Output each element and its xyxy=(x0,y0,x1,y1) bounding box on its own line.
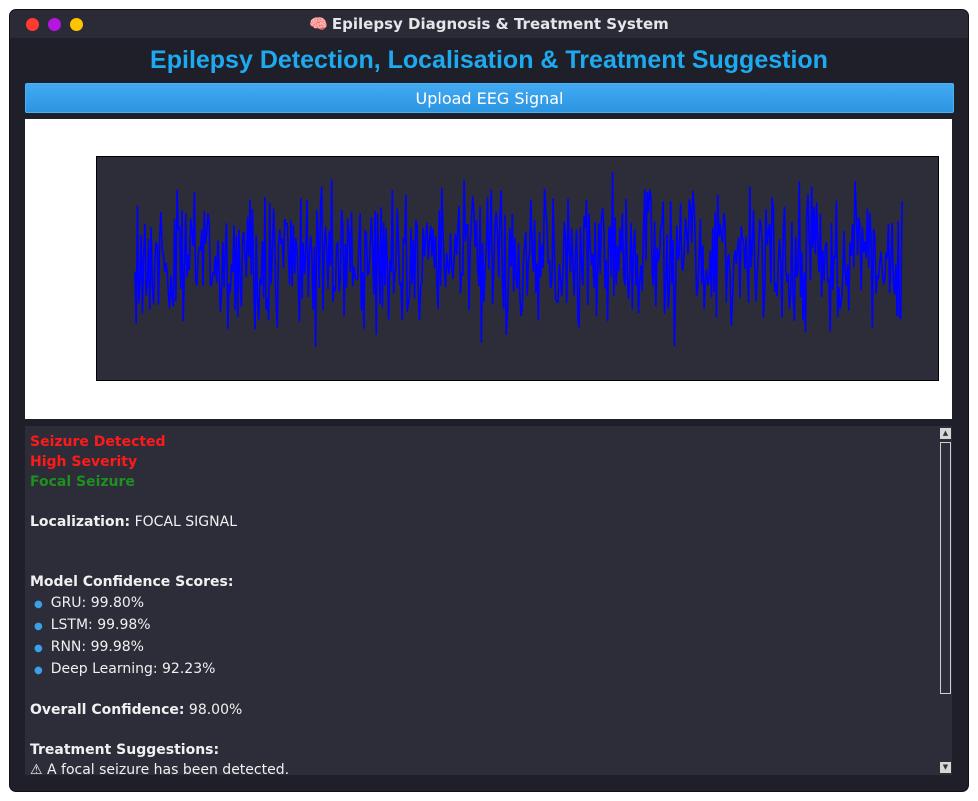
results-panel[interactable]: Seizure Detected High Severity Focal Sei… xyxy=(25,426,952,775)
score-text: RNN: 99.98% xyxy=(50,639,144,655)
bullet-icon: ● xyxy=(34,643,43,654)
results-scrollbar[interactable]: ▲ ▼ xyxy=(940,428,951,773)
seizure-type: Focal Seizure xyxy=(30,474,135,490)
score-item: ● GRU: 99.80% xyxy=(30,592,930,614)
score-text: GRU: 99.80% xyxy=(50,595,145,611)
app-window: 🧠 Epilepsy Diagnosis & Treatment System E… xyxy=(10,10,968,791)
eeg-signal-plot xyxy=(134,171,903,348)
eeg-signal-line xyxy=(134,171,903,348)
bullet-icon: ● xyxy=(34,599,43,610)
treatment-text: ⚠ A focal seizure has been detected. xyxy=(30,762,290,775)
seizure-status: Seizure Detected xyxy=(30,434,166,450)
maximize-window-button[interactable] xyxy=(70,18,83,31)
minimize-window-button[interactable] xyxy=(48,18,61,31)
eeg-plot-axes xyxy=(96,156,939,381)
severity-label: High Severity xyxy=(30,454,138,470)
score-text: Deep Learning: 92.23% xyxy=(50,661,216,677)
overall-confidence-label: Overall Confidence: xyxy=(30,702,185,718)
eeg-plot-canvas xyxy=(25,119,952,419)
brain-icon: 🧠 xyxy=(309,15,328,33)
window-title: 🧠 Epilepsy Diagnosis & Treatment System xyxy=(309,15,669,33)
close-window-button[interactable] xyxy=(26,18,39,31)
score-item: ● Deep Learning: 92.23% xyxy=(30,658,930,680)
scores-heading: Model Confidence Scores: xyxy=(30,574,234,590)
overall-confidence-value: 98.00% xyxy=(188,702,243,718)
upload-eeg-button[interactable]: Upload EEG Signal xyxy=(25,83,954,113)
scroll-thumb[interactable] xyxy=(940,442,951,694)
title-bar: 🧠 Epilepsy Diagnosis & Treatment System xyxy=(10,10,968,38)
treatment-heading: Treatment Suggestions: xyxy=(30,742,220,758)
window-controls xyxy=(26,18,83,31)
scroll-up-arrow-icon[interactable]: ▲ xyxy=(940,428,951,439)
overall-confidence-row: Overall Confidence: 98.00% xyxy=(30,700,930,720)
score-text: LSTM: 99.98% xyxy=(50,617,151,633)
scroll-down-arrow-icon[interactable]: ▼ xyxy=(940,762,951,773)
localization-row: Localization: FOCAL SIGNAL xyxy=(30,512,930,532)
localization-label: Localization: xyxy=(30,514,131,530)
score-item: ● LSTM: 99.98% xyxy=(30,614,930,636)
bullet-icon: ● xyxy=(34,621,43,632)
bullet-icon: ● xyxy=(34,665,43,676)
window-title-text: Epilepsy Diagnosis & Treatment System xyxy=(331,15,669,33)
page-title: Epilepsy Detection, Localisation & Treat… xyxy=(150,46,828,74)
score-item: ● RNN: 99.98% xyxy=(30,636,930,658)
localization-value: FOCAL SIGNAL xyxy=(134,514,237,530)
results-text: Seizure Detected High Severity Focal Sei… xyxy=(30,432,930,775)
